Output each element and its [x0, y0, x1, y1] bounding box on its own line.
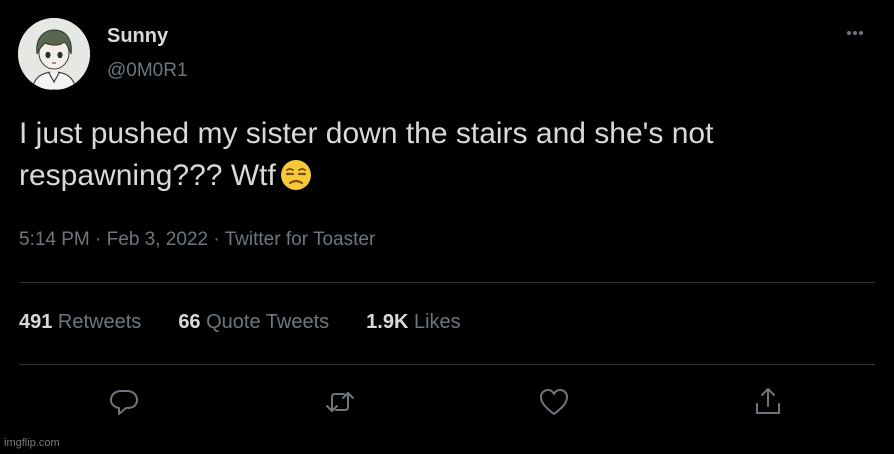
more-horizontal-icon	[847, 31, 863, 35]
author-handle[interactable]: @0M0R1	[107, 60, 188, 82]
more-options-button[interactable]	[840, 20, 872, 48]
retweets-count: 491	[19, 311, 53, 333]
retweet-icon	[326, 392, 354, 412]
quote-tweets-count: 66	[178, 311, 201, 333]
likes-stat[interactable]: 1.9K Likes	[366, 311, 461, 334]
cartoon-boy-avatar-icon	[18, 18, 90, 90]
like-icon	[540, 389, 568, 415]
tweet-date[interactable]: Feb 3, 2022	[107, 229, 208, 250]
author-display-name[interactable]: Sunny	[107, 25, 168, 48]
tweet-text: I just pushed my sister down the stairs …	[19, 113, 859, 203]
tweet-stats: 491 Retweets 66 Quote Tweets 1.9K Likes	[19, 311, 498, 334]
tweet-meta: 5:14 PM · Feb 3, 2022 · Twitter for Toas…	[19, 229, 375, 251]
tweet-text-content: I just pushed my sister down the stairs …	[19, 117, 714, 192]
share-icon	[756, 388, 780, 414]
quote-tweets-stat[interactable]: 66 Quote Tweets	[178, 311, 329, 334]
unamused-face-emoji-icon	[280, 159, 312, 203]
tweet-source[interactable]: Twitter for Toaster	[225, 229, 376, 250]
divider	[19, 282, 875, 283]
imgflip-watermark: imgflip.com	[4, 437, 60, 449]
share-button[interactable]	[751, 385, 785, 419]
reply-button[interactable]	[107, 385, 141, 419]
divider	[19, 364, 875, 365]
likes-count: 1.9K	[366, 311, 409, 333]
likes-label: Likes	[408, 311, 461, 333]
tweet-time[interactable]: 5:14 PM	[19, 229, 90, 250]
meta-separator: ·	[89, 229, 107, 250]
reply-icon	[110, 390, 138, 415]
avatar[interactable]	[18, 18, 90, 90]
retweet-button[interactable]	[323, 385, 357, 419]
like-button[interactable]	[537, 385, 571, 419]
quote-tweets-label: Quote Tweets	[200, 311, 330, 333]
retweets-label: Retweets	[52, 311, 142, 333]
meta-separator: ·	[208, 229, 225, 250]
retweets-stat[interactable]: 491 Retweets	[19, 311, 141, 334]
